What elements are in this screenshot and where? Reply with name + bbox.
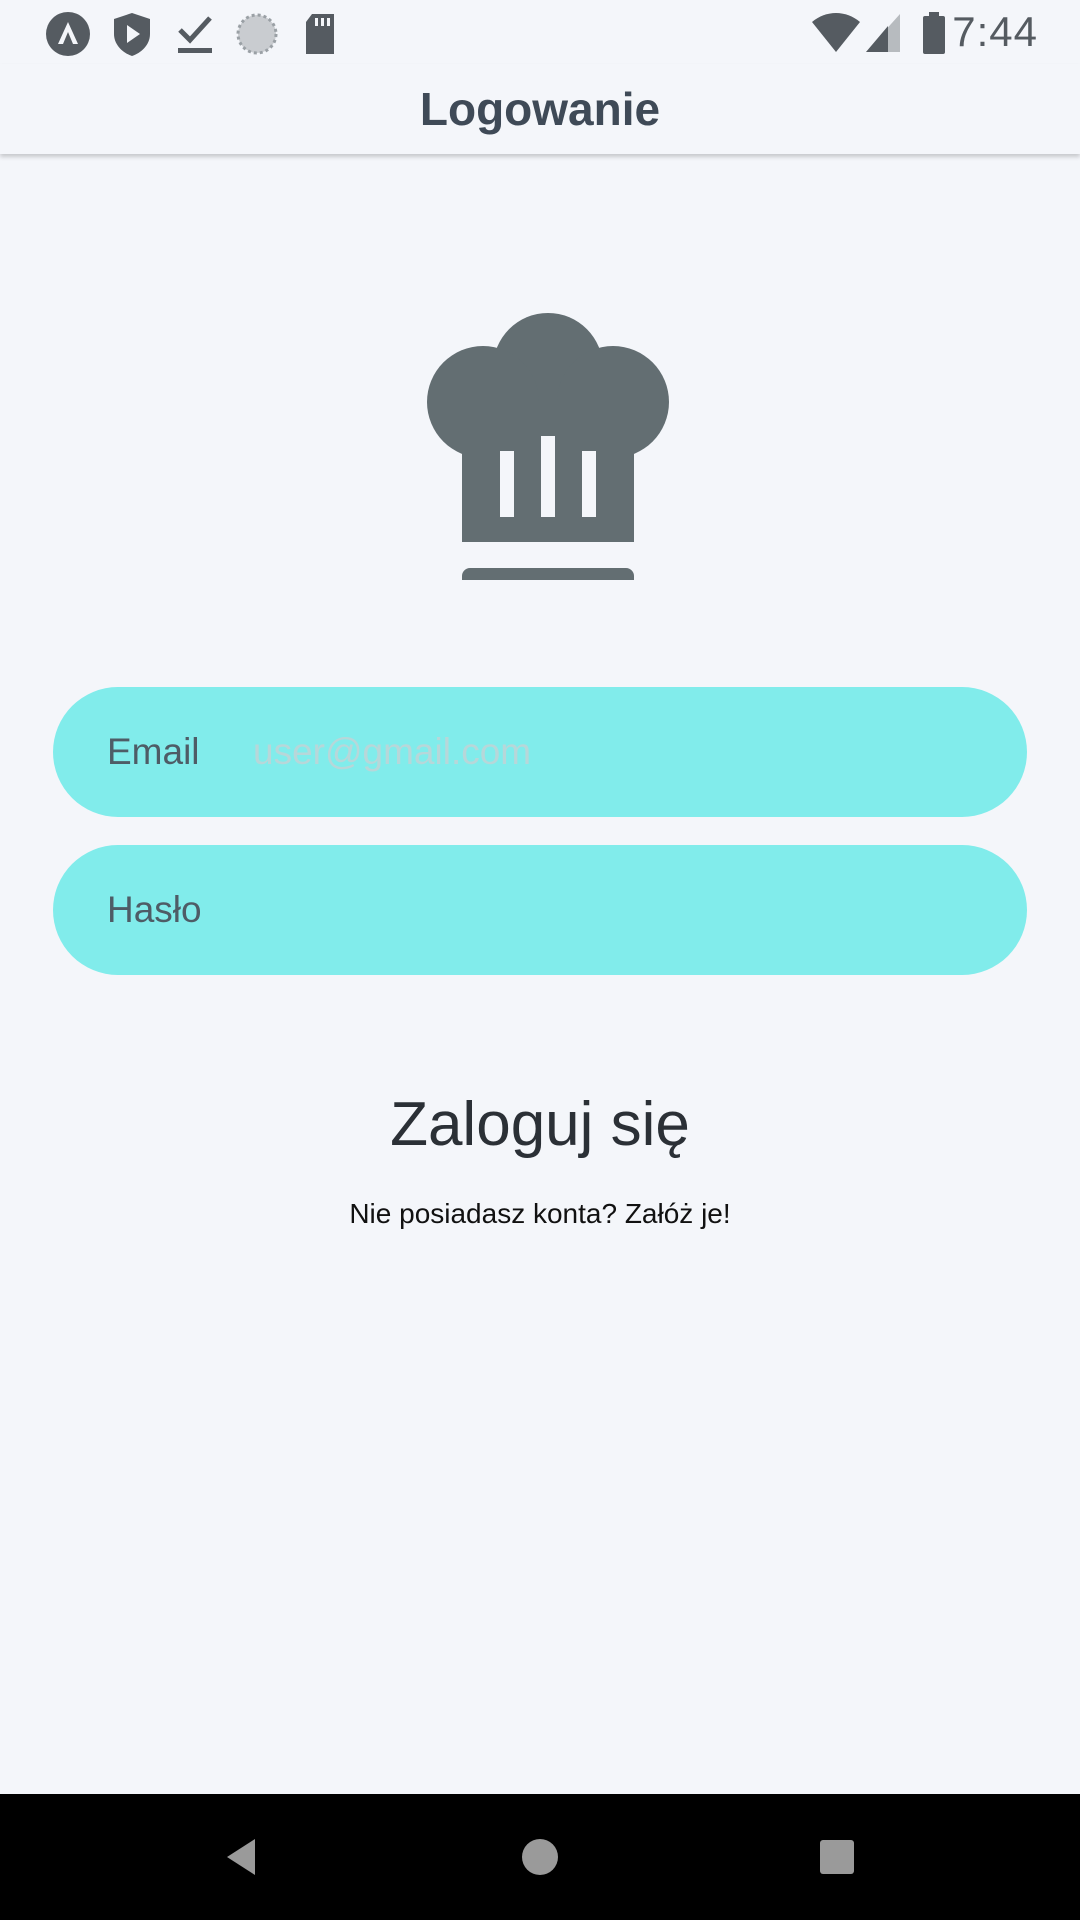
cellular-signal-icon: [866, 14, 900, 52]
password-input[interactable]: [253, 845, 973, 975]
sd-card-icon: [306, 14, 334, 54]
app-header: Logowanie: [0, 64, 1080, 154]
back-button[interactable]: [181, 1794, 301, 1920]
app-a-icon: [46, 12, 90, 56]
register-link[interactable]: Nie posiadasz konta? Załóż je!: [240, 1198, 840, 1230]
password-label: Hasło: [107, 889, 202, 930]
shield-icon: [114, 13, 150, 56]
download-done-icon: [178, 16, 212, 53]
email-field[interactable]: Email: [53, 687, 1027, 817]
email-label: Email: [107, 731, 200, 772]
page-title: Logowanie: [419, 83, 661, 135]
status-bar: 7:44: [0, 0, 1080, 64]
chef-hat-icon: [427, 313, 669, 580]
sync-circle-icon: [236, 13, 278, 55]
battery-icon: [923, 12, 945, 54]
home-icon: [522, 1839, 558, 1875]
home-button[interactable]: [480, 1794, 600, 1920]
navigation-bar: [0, 1794, 1080, 1920]
status-time: 7:44: [952, 8, 1038, 55]
wifi-icon: [812, 13, 860, 52]
back-icon: [227, 1839, 255, 1875]
recents-icon: [820, 1840, 854, 1874]
email-input[interactable]: [253, 687, 973, 817]
password-field[interactable]: Hasło: [53, 845, 1027, 975]
login-button[interactable]: Zaloguj się: [290, 1070, 790, 1180]
recents-button[interactable]: [777, 1794, 897, 1920]
